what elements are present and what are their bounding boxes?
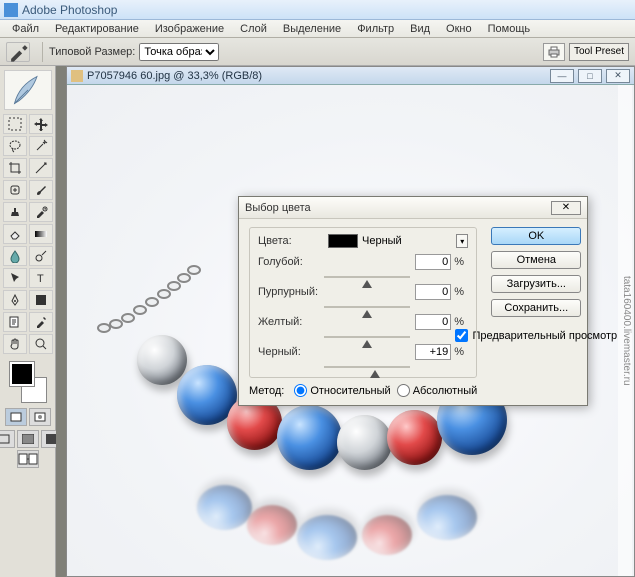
toolbox: T — [0, 66, 56, 577]
minimize-button[interactable]: — — [550, 69, 574, 83]
foreground-color-swatch[interactable] — [10, 362, 34, 386]
menu-image[interactable]: Изображение — [147, 21, 232, 37]
magenta-slider[interactable] — [324, 300, 410, 314]
workspace: P7057946 60.jpg @ 33,3% (RGB/8) — □ ✕ — [56, 66, 635, 577]
document-title: P7057946 60.jpg @ 33,3% (RGB/8) — [87, 70, 546, 82]
colors-label: Цвета: — [258, 235, 328, 247]
history-brush-tool-icon[interactable] — [29, 202, 53, 222]
black-pct: % — [454, 346, 468, 358]
photoshop-feather-icon — [4, 70, 52, 110]
magenta-pct: % — [454, 286, 468, 298]
path-select-tool-icon[interactable] — [3, 268, 27, 288]
yellow-value-input[interactable] — [415, 314, 451, 330]
cancel-button[interactable]: Отмена — [491, 251, 581, 269]
photoshop-icon — [4, 3, 18, 17]
menu-view[interactable]: Вид — [402, 21, 438, 37]
menubar: Файл Редактирование Изображение Слой Выд… — [0, 20, 635, 38]
cyan-label: Голубой: — [258, 256, 324, 268]
notes-tool-icon[interactable] — [3, 312, 27, 332]
menu-help[interactable]: Помощь — [480, 21, 539, 37]
screenmode-std-icon[interactable] — [0, 430, 15, 448]
ok-button[interactable]: OK — [491, 227, 581, 245]
jump-to-imageready-icon[interactable] — [17, 450, 39, 468]
dodge-tool-icon[interactable] — [29, 246, 53, 266]
color-select-value: Черный — [362, 235, 456, 247]
document-titlebar: P7057946 60.jpg @ 33,3% (RGB/8) — □ ✕ — [67, 67, 634, 85]
move-tool-icon[interactable] — [29, 114, 53, 134]
zoom-tool-icon[interactable] — [29, 334, 53, 354]
dialog-titlebar: Выбор цвета ✕ — [239, 197, 587, 219]
slice-tool-icon[interactable] — [29, 158, 53, 178]
eyedropper-small-icon[interactable] — [29, 312, 53, 332]
screenmode-full-icon[interactable] — [17, 430, 39, 448]
maximize-button[interactable]: □ — [578, 69, 602, 83]
healing-brush-tool-icon[interactable] — [3, 180, 27, 200]
yellow-label: Желтый: — [258, 316, 324, 328]
color-select-dropdown[interactable]: ▾ — [456, 234, 468, 248]
gradient-tool-icon[interactable] — [29, 224, 53, 244]
menu-file[interactable]: Файл — [4, 21, 47, 37]
magenta-value-input[interactable] — [415, 284, 451, 300]
close-button[interactable]: ✕ — [606, 69, 630, 83]
cyan-slider[interactable] — [324, 270, 410, 284]
color-swatch-black — [328, 234, 358, 248]
cyan-value-input[interactable] — [415, 254, 451, 270]
method-absolute-radio[interactable]: Абсолютный — [397, 384, 478, 397]
selective-color-dialog: Выбор цвета ✕ Цвета: Черный ▾ Голуб — [238, 196, 588, 406]
method-label: Метод: — [249, 385, 284, 397]
shape-tool-icon[interactable] — [29, 290, 53, 310]
hand-tool-icon[interactable] — [3, 334, 27, 354]
options-bar: Типовой Размер: Точка образца Tool Prese… — [0, 38, 635, 66]
sample-size-label: Типовой Размер: — [49, 46, 135, 58]
wand-tool-icon[interactable] — [29, 136, 53, 156]
print-icon[interactable] — [543, 43, 565, 61]
dialog-title-text: Выбор цвета — [245, 202, 551, 214]
preview-checkbox[interactable]: Предварительный просмотр — [455, 329, 617, 342]
standard-mode-icon[interactable] — [5, 408, 27, 426]
black-slider[interactable] — [324, 360, 410, 374]
save-button[interactable]: Сохранить... — [491, 299, 581, 317]
app-title: Adobe Photoshop — [22, 3, 117, 17]
black-value-input[interactable] — [415, 344, 451, 360]
document-icon — [71, 70, 83, 82]
pen-tool-icon[interactable] — [3, 290, 27, 310]
quickmask-mode-icon[interactable] — [29, 408, 51, 426]
chain-image — [87, 265, 227, 355]
black-label: Черный: — [258, 346, 324, 358]
eraser-tool-icon[interactable] — [3, 224, 27, 244]
blur-tool-icon[interactable] — [3, 246, 27, 266]
brush-tool-icon[interactable] — [29, 180, 53, 200]
sample-size-select[interactable]: Точка образца — [139, 43, 219, 61]
menu-select[interactable]: Выделение — [275, 21, 349, 37]
cyan-pct: % — [454, 256, 468, 268]
eyedropper-tool-icon[interactable] — [6, 42, 30, 62]
svg-text:T: T — [37, 273, 44, 285]
menu-filter[interactable]: Фильтр — [349, 21, 402, 37]
type-tool-icon[interactable]: T — [29, 268, 53, 288]
yellow-pct: % — [454, 316, 468, 328]
yellow-slider[interactable] — [324, 330, 410, 344]
watermark-text: tata160400.livemaster.ru — [618, 85, 632, 576]
marquee-tool-icon[interactable] — [3, 114, 27, 134]
menu-window[interactable]: Окно — [438, 21, 480, 37]
method-relative-radio[interactable]: Относительный — [294, 384, 390, 397]
foreground-background-swatch[interactable] — [6, 360, 50, 404]
menu-edit[interactable]: Редактирование — [47, 21, 147, 37]
magenta-label: Пурпурный: — [258, 286, 324, 298]
clone-stamp-tool-icon[interactable] — [3, 202, 27, 222]
crop-tool-icon[interactable] — [3, 158, 27, 178]
app-titlebar: Adobe Photoshop — [0, 0, 635, 20]
lasso-tool-icon[interactable] — [3, 136, 27, 156]
menu-layer[interactable]: Слой — [232, 21, 275, 37]
dialog-close-button[interactable]: ✕ — [551, 201, 581, 215]
tool-preset-button[interactable]: Tool Preset — [569, 43, 629, 61]
load-button[interactable]: Загрузить... — [491, 275, 581, 293]
